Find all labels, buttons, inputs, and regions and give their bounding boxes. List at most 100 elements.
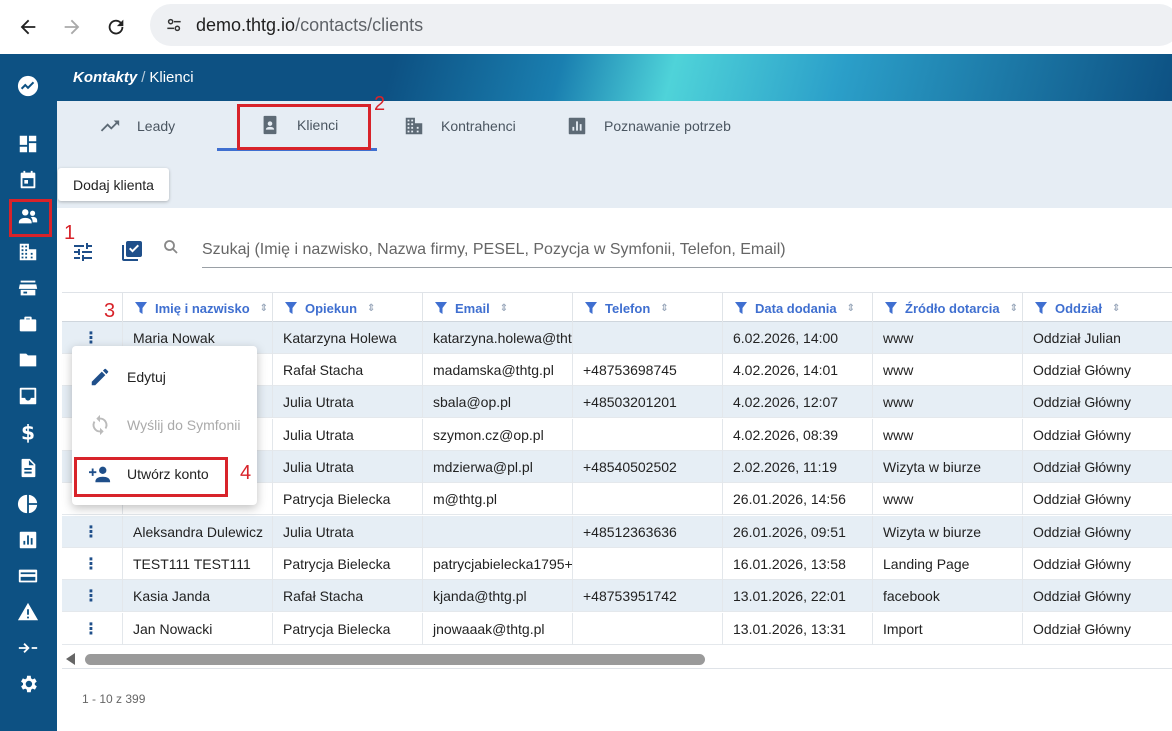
table-cell: Oddział Główny [1022,548,1172,580]
table-cell: Oddział Główny [1022,419,1172,451]
menu-item-edytuj[interactable]: Edytuj [72,355,257,399]
sort-icon[interactable]: ⇕ [660,303,668,314]
table-cell: facebook [872,580,1022,612]
scroll-left-arrow[interactable] [66,653,75,665]
filter-icon[interactable] [735,302,747,314]
sort-icon[interactable]: ⇕ [260,303,268,314]
svg-text:$: $ [21,421,35,443]
table-cell: www [872,483,1022,515]
column-label: Data dodania [755,300,837,316]
add-client-button[interactable]: Dodaj klienta [58,168,169,201]
search-input[interactable]: Szukaj (Imię i nazwisko, Nazwa firmy, PE… [202,232,1172,268]
warning-icon[interactable] [16,600,40,624]
sort-icon[interactable]: ⇕ [847,303,855,314]
table-cell: Oddział Główny [1022,580,1172,612]
merge-icon[interactable] [16,636,40,660]
url-path: /contacts/clients [295,14,424,35]
dashboard-icon[interactable] [16,132,40,156]
table-cell: Julia Utrata [272,419,422,451]
table-cell: Rafał Stacha [272,580,422,612]
column-header-opiekun[interactable]: Opiekun ⇕ [272,293,422,323]
sort-icon[interactable]: ⇕ [500,303,508,314]
tab-label: Poznawanie potrzeb [604,118,731,134]
column-header-zrodlo[interactable]: Źródło dotarcia ⇕ [872,293,1022,323]
table-row[interactable]: ⋮ Aleksandra Dulewicz Julia Utrata +4851236… [62,516,1172,548]
tab-label: Kontrahenci [441,118,516,134]
table-cell: kjanda@thtg.pl [422,580,572,612]
reload-icon [108,19,124,35]
divider [62,668,1172,669]
column-header-oddzial[interactable]: Oddział ⇕ [1022,293,1172,323]
table-cell: www [872,354,1022,386]
column-header-name[interactable]: Imię i nazwisko ⇕ [122,293,272,323]
table-row[interactable]: ⋮ Kasia Janda Rafał Stacha kjanda@thtg.pl +4… [62,580,1172,612]
filter-icon[interactable] [585,302,597,314]
filter-icon[interactable] [435,302,447,314]
reload-button[interactable] [94,5,138,49]
table-cell: Patrycja Bielecka [272,483,422,515]
table-cell: 26.01.2026, 09:51 [722,516,872,548]
document-icon[interactable] [16,456,40,480]
column-header-email[interactable]: Email ⇕ [422,293,572,323]
address-bar[interactable]: demo.thtg.io/contacts/clients [150,4,1172,46]
tab-kontrahenci[interactable]: Kontrahenci [403,101,516,151]
inbox-icon[interactable] [16,384,40,408]
briefcase-icon[interactable] [16,312,40,336]
column-label: Telefon [605,300,651,316]
sort-icon[interactable]: ⇕ [367,303,375,314]
table-cell: +48540502502 [572,451,722,483]
table-cell: www [872,322,1022,354]
report-icon[interactable] [16,528,40,552]
tab-leady[interactable]: Leady [99,101,175,151]
store-icon[interactable] [16,276,40,300]
sort-icon[interactable]: ⇕ [1112,303,1120,314]
table-row[interactable]: ⋮ Jan Nowacki Patrycja Bielecka jnowaaak@th… [62,613,1172,645]
tab-bar: Leady Klienci Kontrahenci Poznawanie pot… [57,101,1172,151]
breadcrumb-section[interactable]: Kontakty [73,69,137,86]
credit-card-icon[interactable] [16,564,40,588]
bar-chart-icon [568,117,586,135]
table-cell: Patrycja Bielecka [272,548,422,580]
filter-icon[interactable] [885,302,897,314]
site-settings-icon[interactable] [154,4,194,46]
pie-chart-icon[interactable] [16,492,40,516]
row-menu-icon[interactable]: ⋮ [62,516,120,548]
table-cell [572,322,722,354]
settings-icon[interactable] [16,672,40,696]
table-row[interactable]: ⋮ TEST111 TEST111 Patrycja Bielecka patrycj… [62,548,1172,580]
back-button[interactable] [6,5,50,49]
column-label: Opiekun [305,300,358,316]
forward-button[interactable] [50,5,94,49]
row-menu-icon[interactable]: ⋮ [62,613,120,645]
page-header: Kontakty / Klienci [57,54,1172,101]
table-header: Imię i nazwisko ⇕ Opiekun ⇕ Email ⇕ Telefon… [62,292,1172,323]
building-icon [405,117,423,135]
logo-icon[interactable] [16,74,40,98]
browser-toolbar: demo.thtg.io/contacts/clients [0,0,1172,54]
table-cell: madamska@thtg.pl [422,354,572,386]
column-header-telefon[interactable]: Telefon ⇕ [572,293,722,323]
column-header-data-dodania[interactable]: Data dodania ⇕ [722,293,872,323]
dollar-icon[interactable]: $ [16,420,40,444]
table-cell: Oddział Główny [1022,386,1172,418]
table-cell: +48503201201 [572,386,722,418]
sort-icon[interactable]: ⇕ [1010,303,1018,314]
sidebar: $ [0,54,57,731]
filter-icon[interactable] [135,302,147,314]
table-cell: Aleksandra Dulewicz [122,516,272,548]
filter-icon[interactable] [1035,302,1047,314]
table-cell [572,483,722,515]
building-icon[interactable] [16,240,40,264]
folder-icon[interactable] [16,348,40,372]
table-cell: Julia Utrata [272,451,422,483]
tab-poznawanie-potrzeb[interactable]: Poznawanie potrzeb [566,101,731,151]
filter-icon[interactable] [285,302,297,314]
table-cell: www [872,419,1022,451]
row-menu-icon[interactable]: ⋮ [62,548,120,580]
row-menu-icon[interactable]: ⋮ [62,580,120,612]
calendar-icon[interactable] [16,168,40,192]
table-cell: Import [872,613,1022,645]
scrollbar-thumb[interactable] [85,654,705,665]
table-cell: Oddział Julian [1022,322,1172,354]
select-all-icon[interactable] [120,239,144,263]
